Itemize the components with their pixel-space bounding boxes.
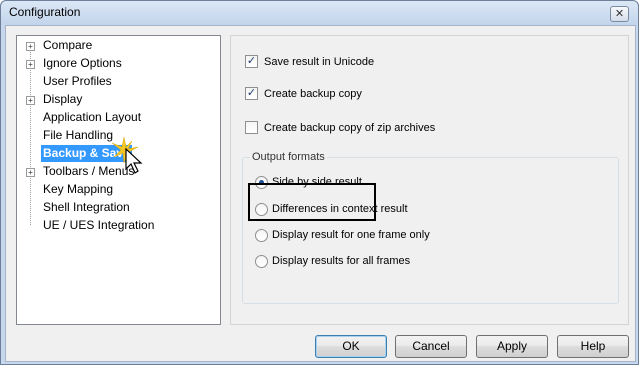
window-title: Configuration — [9, 5, 81, 19]
unchecked-checkbox-icon[interactable] — [245, 121, 258, 134]
close-icon: ✕ — [614, 7, 625, 20]
tree-item-label: File Handling — [43, 128, 114, 142]
help-button[interactable]: Help — [557, 335, 629, 358]
configuration-dialog: Configuration ✕ + Compare + Ignore Optio… — [0, 0, 639, 365]
plus-expander-icon[interactable]: + — [26, 60, 35, 69]
backup-zip-label: Create backup copy of zip archives — [264, 122, 436, 134]
annotation-highlight-box — [248, 183, 376, 221]
tree-item-label: Compare — [43, 38, 93, 52]
tree-item-label: UE / UES Integration — [43, 218, 155, 232]
tree-connector-line — [30, 45, 32, 225]
backup-save-settings-panel: ✓ Save result in Unicode ✓ Create backup… — [230, 35, 629, 325]
tree-item-label: Shell Integration — [43, 200, 130, 214]
checked-checkbox-icon[interactable]: ✓ — [245, 87, 258, 100]
checked-checkbox-icon[interactable]: ✓ — [245, 55, 258, 68]
category-tree[interactable]: + Compare + Ignore Options User Profiles… — [16, 35, 221, 325]
radio-unselected-icon[interactable] — [255, 255, 268, 268]
title-bar: Configuration ✕ — [1, 1, 638, 25]
plus-expander-icon[interactable]: + — [26, 42, 35, 51]
tree-item-label: Ignore Options — [43, 56, 122, 70]
save-unicode-label: Save result in Unicode — [264, 56, 375, 68]
tree-item-label: User Profiles — [43, 74, 112, 88]
plus-expander-icon[interactable]: + — [26, 168, 35, 177]
tree-item-label: Application Layout — [43, 110, 142, 124]
plus-expander-icon[interactable]: + — [26, 96, 35, 105]
hand-pointer-icon — [111, 136, 143, 174]
cancel-button[interactable]: Cancel — [395, 335, 467, 358]
radio-label: Display results for all frames — [272, 255, 411, 267]
radio-unselected-icon[interactable] — [255, 229, 268, 242]
dialog-client-area: + Compare + Ignore Options User Profiles… — [5, 25, 636, 362]
close-button[interactable]: ✕ — [610, 6, 629, 22]
backup-copy-label: Create backup copy — [264, 88, 362, 100]
radio-label: Display result for one frame only — [272, 229, 430, 241]
output-formats-legend: Output formats — [250, 151, 327, 163]
tree-item-label: Display — [43, 92, 83, 106]
ok-button[interactable]: OK — [315, 335, 387, 358]
tree-item-label: Key Mapping — [43, 182, 114, 196]
apply-button[interactable]: Apply — [476, 335, 548, 358]
